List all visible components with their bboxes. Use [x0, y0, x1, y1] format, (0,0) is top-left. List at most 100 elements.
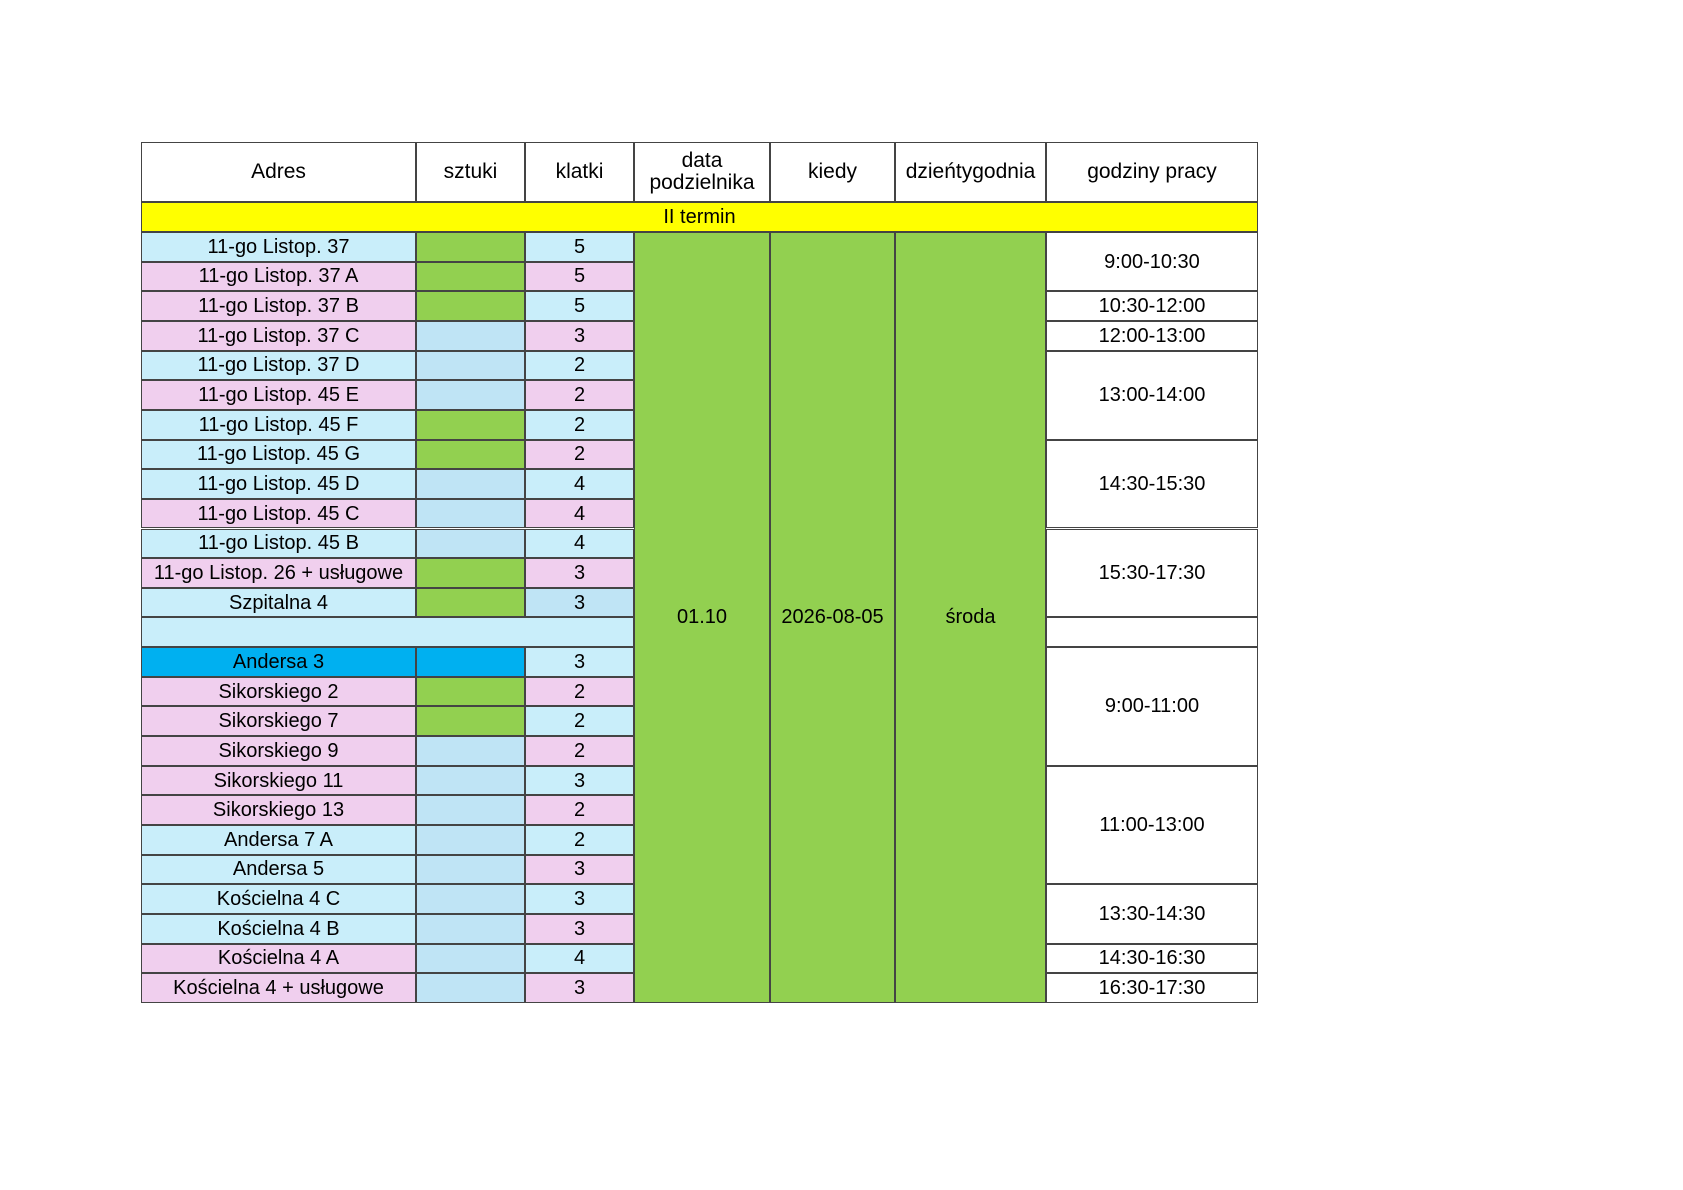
klatki-cell: 5 [525, 261, 634, 292]
klatki-cell-text: 4 [573, 502, 586, 525]
section-label: II termin [141, 202, 1258, 232]
header-data-podzielnika-text: data podzielnika [649, 149, 755, 194]
dzien-tygodnia-cell: środa [895, 232, 1046, 1003]
adres-cell-text: 11-go Listop. 37 [207, 235, 350, 258]
sztuki-cell [416, 261, 525, 292]
klatki-cell-text: 2 [573, 739, 586, 762]
klatki-cell-text: 5 [573, 265, 586, 288]
adres-cell-text: Kościelna 4 + usługowe [173, 977, 384, 1000]
adres-cell-text: Szpitalna 4 [229, 591, 328, 614]
sztuki-cell [416, 469, 525, 499]
sztuki-cell [416, 884, 525, 914]
klatki-cell: 2 [525, 676, 634, 707]
adres-cell-text: Sikorskiego 13 [212, 799, 345, 822]
adres-cell: 11-go Listop. 37 A [141, 261, 416, 292]
adres-cell: 11-go Listop. 37 B [141, 291, 416, 321]
data-podzielnika-cell-text: 01.10 [676, 606, 728, 629]
godziny-cell-text: 13:30-14:30 [1098, 902, 1206, 925]
sztuki-cell [416, 587, 525, 618]
adres-cell-text: 11-go Listop. 45 C [197, 502, 360, 525]
sztuki-cell [416, 854, 525, 885]
sztuki-cell [416, 706, 525, 737]
header-klatki-text: klatki [555, 160, 604, 183]
klatki-cell-text: 2 [573, 680, 586, 703]
klatki-cell: 4 [525, 528, 634, 559]
adres-cell: Sikorskiego 7 [141, 706, 416, 737]
sztuki-cell [416, 558, 525, 588]
adres-cell: Andersa 3 [141, 647, 416, 677]
adres-cell-text: 11-go Listop. 37 C [197, 324, 360, 347]
adres-cell: 11-go Listop. 45 E [141, 380, 416, 410]
godziny-cell: 9:00-10:30 [1046, 232, 1258, 292]
sztuki-cell [416, 232, 525, 262]
sztuki-cell [416, 765, 525, 796]
adres-cell-text: 11-go Listop. 37 B [198, 295, 359, 318]
klatki-cell: 2 [525, 380, 634, 410]
adres-cell-text: Sikorskiego 2 [218, 680, 339, 703]
adres-cell-text: Andersa 5 [232, 858, 325, 881]
adres-cell: Sikorskiego 13 [141, 795, 416, 825]
header-adres: Adres [141, 142, 416, 202]
klatki-cell: 3 [525, 587, 634, 618]
sztuki-cell [416, 350, 525, 381]
godziny-cell-text: 13:00-14:00 [1098, 384, 1206, 407]
adres-cell-text: 11-go Listop. 45 G [196, 443, 361, 466]
klatki-cell: 4 [525, 469, 634, 499]
sztuki-cell [416, 291, 525, 321]
klatki-cell-text: 3 [573, 977, 586, 1000]
godziny-cell-text: 14:30-15:30 [1098, 473, 1206, 496]
adres-cell-text: 11-go Listop. 26 + usługowe [153, 561, 404, 584]
adres-cell-text: Andersa 3 [232, 650, 325, 673]
godziny-cell: 16:30-17:30 [1046, 973, 1258, 1003]
klatki-cell-text: 5 [573, 235, 586, 258]
header-dzien-tygodnia: dzieńtygodnia [895, 142, 1046, 202]
klatki-cell: 2 [525, 736, 634, 766]
sztuki-cell [416, 676, 525, 707]
adres-cell-text: Kościelna 4 B [217, 917, 340, 940]
godziny-cell: 13:30-14:30 [1046, 884, 1258, 944]
sztuki-cell [416, 913, 525, 944]
header-kiedy-text: kiedy [807, 160, 858, 183]
header-sztuki-text: sztuki [443, 160, 498, 183]
klatki-cell: 4 [525, 498, 634, 529]
godziny-cell: 10:30-12:00 [1046, 291, 1258, 321]
klatki-cell: 2 [525, 706, 634, 737]
godziny-cell: 14:30-15:30 [1046, 439, 1258, 529]
godziny-cell: 14:30-16:30 [1046, 943, 1258, 974]
adres-cell: 11-go Listop. 45 C [141, 498, 416, 529]
sztuki-cell [416, 498, 525, 529]
adres-cell: Kościelna 4 C [141, 884, 416, 914]
table-row-empty [141, 617, 634, 648]
adres-cell: 11-go Listop. 45 G [141, 439, 416, 470]
adres-cell: Sikorskiego 2 [141, 676, 416, 707]
adres-cell: 11-go Listop. 45 F [141, 409, 416, 440]
klatki-cell: 3 [525, 320, 634, 351]
header-data-podzielnika: data podzielnika [634, 142, 770, 202]
section-label-text: II termin [663, 206, 736, 228]
sztuki-cell [416, 409, 525, 440]
header-dzien-tygodnia-text: dzieńtygodnia [905, 160, 1036, 183]
adres-cell: 11-go Listop. 45 D [141, 469, 416, 499]
godziny-cell [1046, 617, 1258, 648]
klatki-cell-text: 3 [573, 591, 586, 614]
klatki-cell-text: 3 [573, 888, 586, 911]
klatki-cell-text: 2 [573, 384, 586, 407]
header-godziny-pracy: godziny pracy [1046, 142, 1258, 202]
klatki-cell-text: 3 [573, 650, 586, 673]
klatki-cell-text: 3 [573, 917, 586, 940]
godziny-cell-text: 10:30-12:00 [1098, 295, 1206, 318]
adres-cell: Kościelna 4 + usługowe [141, 973, 416, 1003]
kiedy-cell-text: 2026-08-05 [781, 606, 884, 629]
godziny-cell: 11:00-13:00 [1046, 765, 1258, 885]
klatki-cell: 2 [525, 350, 634, 381]
klatki-cell-text: 4 [573, 532, 586, 555]
adres-cell-text: 11-go Listop. 45 F [198, 413, 359, 436]
godziny-cell-text: 11:00-13:00 [1099, 813, 1205, 836]
adres-cell-text: Kościelna 4 A [217, 947, 340, 970]
adres-cell: Szpitalna 4 [141, 587, 416, 618]
adres-cell: Kościelna 4 A [141, 943, 416, 974]
klatki-cell-text: 3 [573, 324, 586, 347]
godziny-cell-text: 14:30-16:30 [1098, 947, 1206, 970]
klatki-cell: 3 [525, 558, 634, 588]
klatki-cell-text: 3 [573, 858, 586, 881]
